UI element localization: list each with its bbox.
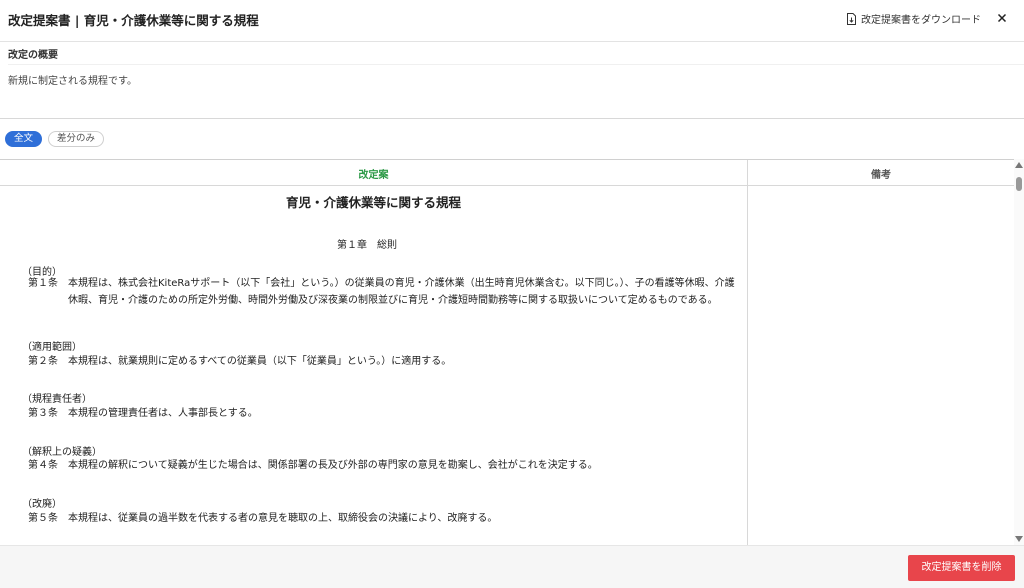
column-divider: [747, 160, 748, 545]
chapter-name: 総則: [377, 240, 397, 251]
view-full-button[interactable]: 全文: [5, 131, 43, 147]
divider: [0, 118, 1024, 119]
article-number: 第５条: [28, 513, 58, 524]
article-text: 本規程は、従業員の過半数を代表する者の意見を聴取の上、取締役会の決議により、改廃…: [68, 513, 498, 524]
column-header-draft: 改定案: [358, 170, 389, 181]
section-heading: （解釈上の疑義）: [22, 447, 102, 458]
article-number: 第２条: [28, 356, 58, 367]
article-number: 第４条: [28, 460, 58, 471]
summary-text: 新規に制定される規程です。: [8, 76, 137, 87]
summary-heading: 改定の概要: [8, 50, 58, 61]
article-text: 本規程は、株式会社KiteRaサポート（以下「会社」という。）の従業員の育児・介…: [68, 278, 735, 306]
scroll-up-icon[interactable]: [1015, 162, 1023, 168]
modal-header: 改定提案書 | 育児・介護休業等に関する規程 改定提案書をダウンロード: [0, 0, 1024, 42]
article-number: 第３条: [28, 408, 58, 419]
chapter-number: 第１章: [337, 240, 367, 251]
chapter-heading: 第１章 総則: [0, 236, 734, 251]
article-text: 本規程は、就業規則に定めるすべての従業員（以下「従業員」という。）に適用する。: [68, 356, 452, 367]
page-title: 改定提案書 | 育児・介護休業等に関する規程: [8, 13, 259, 28]
delete-proposal-button[interactable]: 改定提案書を削除: [908, 555, 1015, 581]
column-header-note: 備考: [871, 170, 891, 181]
section-heading: （規程責任者）: [22, 394, 92, 405]
comparison-table: 改定案 備考 育児・介護休業等に関する規程 第１章 総則 （目的） 第１条 本規程…: [0, 159, 1014, 545]
scrollbar-thumb[interactable]: [1016, 177, 1022, 191]
download-label: 改定提案書をダウンロード: [861, 15, 981, 26]
article-text: 本規程の管理責任者は、人事部長とする。: [68, 408, 258, 419]
article-text: 本規程の解釈について疑義が生じた場合は、関係部署の長及び外部の専門家の意見を勘案…: [68, 460, 598, 471]
view-diff-button[interactable]: 差分のみ: [48, 131, 105, 147]
close-icon[interactable]: [995, 11, 1009, 25]
divider: [8, 64, 1024, 65]
modal-footer: [0, 545, 1024, 588]
scroll-down-icon[interactable]: [1015, 536, 1023, 542]
file-download-icon: [847, 12, 856, 25]
vertical-scrollbar[interactable]: [1014, 159, 1024, 545]
section-heading: （適用範囲）: [22, 342, 82, 353]
download-button[interactable]: 改定提案書をダウンロード: [846, 11, 981, 26]
section-heading: （改廃）: [22, 499, 62, 510]
article-number: 第１条: [28, 278, 58, 289]
document-title: 育児・介護休業等に関する規程: [285, 195, 461, 210]
table-header-row: 改定案 備考: [0, 160, 1014, 186]
